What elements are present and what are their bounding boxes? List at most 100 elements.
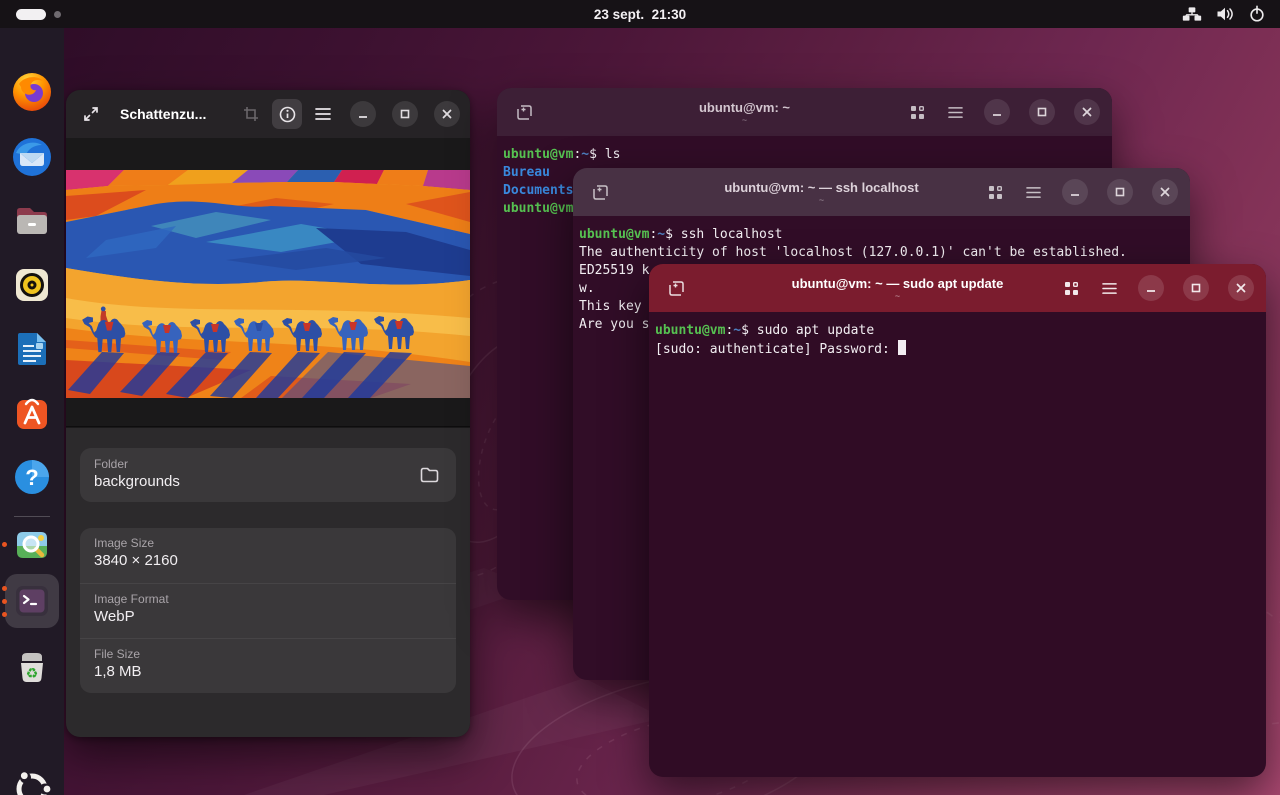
close-icon [1082,107,1092,117]
terminal-close-button[interactable] [1152,179,1178,205]
terminal-minimize-button[interactable] [1138,275,1164,301]
dock-item-firefox[interactable] [8,68,56,116]
thunderbird-icon [8,133,56,181]
dock-item-console[interactable] [8,577,56,625]
image-view-area[interactable] [66,138,470,427]
image-viewer-header[interactable]: Schattenzu... [66,90,470,138]
terminal-close-button[interactable] [1228,275,1254,301]
camel-caravan-artwork [66,170,470,398]
maximize-icon [1191,283,1201,293]
trash-icon: ♻ [8,642,56,690]
terminal-header[interactable]: ubuntu@vm: ~ — ssh localhost ~ [573,168,1190,216]
fullscreen-expand-button[interactable] [76,99,106,129]
new-tab-icon [592,184,609,201]
console-icon [8,577,56,625]
viewer-maximize-button[interactable] [392,101,418,127]
dock-item-app-center[interactable] [8,389,56,437]
tab-overview-button[interactable] [1056,273,1086,303]
terminal-close-button[interactable] [1074,99,1100,125]
image-size-label: Image Size [94,536,442,550]
maximize-icon [1037,107,1047,117]
terminal-output[interactable]: ubuntu@vm:~$ sudo apt update[sudo: authe… [649,312,1266,777]
maximize-icon [400,109,410,119]
console-running-dot-1 [2,586,7,591]
dock-item-trash[interactable]: ♻ [8,642,56,690]
system-status-area[interactable] [1182,0,1266,28]
console-running-dot-2 [2,599,7,604]
maximize-icon [1115,187,1125,197]
hamburger-menu-icon [1102,282,1117,295]
terminal-header[interactable]: ubuntu@vm: ~ ~ [497,88,1112,136]
image-size-property: Image Size 3840 × 2160 [80,528,456,583]
dock-divider [14,516,50,517]
terminal-subtitle: ~ [895,292,900,301]
grid-icon [988,185,1003,200]
image-format-property: Image Format WebP [80,583,456,638]
folder-property: Folder backgrounds [80,451,412,500]
terminal-minimize-button[interactable] [1062,179,1088,205]
viewer-close-button[interactable] [434,101,460,127]
dock-item-thunderbird[interactable] [8,133,56,181]
new-tab-button[interactable] [585,177,615,207]
terminal-title: ubuntu@vm: ~ [699,100,790,115]
terminal-minimize-button[interactable] [984,99,1010,125]
terminal-subtitle: ~ [742,116,747,125]
terminal-menu-button[interactable] [1094,273,1124,303]
ubuntu-logo-icon [8,765,56,795]
svg-text:♻: ♻ [26,665,39,681]
new-tab-icon [668,280,685,297]
terminal-menu-button[interactable] [1018,177,1048,207]
volume-icon[interactable] [1215,5,1235,23]
image-viewer-title: Schattenzu... [120,106,206,122]
grid-icon [1064,281,1079,296]
clock[interactable]: 23 sept. 21:30 [0,7,1280,22]
dock: ? [0,28,64,795]
new-tab-icon [516,104,533,121]
image-viewer-running-dot [2,542,7,547]
terminal-header[interactable]: ubuntu@vm: ~ — sudo apt update ~ [649,264,1266,312]
terminal-title: ubuntu@vm: ~ — ssh localhost [724,180,918,195]
crop-button-disabled[interactable] [236,99,266,129]
dock-item-help[interactable]: ? [8,453,56,501]
viewer-minimize-button[interactable] [350,101,376,127]
open-folder-button[interactable] [412,458,446,492]
new-tab-button[interactable] [661,273,691,303]
image-viewer-icon [8,520,56,568]
expand-icon [83,106,99,122]
close-icon [1236,283,1246,293]
hamburger-menu-icon [948,106,963,119]
image-size-value: 3840 × 2160 [94,552,442,569]
file-size-label: File Size [94,647,442,661]
dock-item-files[interactable] [8,197,56,245]
tab-overview-button[interactable] [902,97,932,127]
image-viewer-window: Schattenzu... [66,90,470,737]
tab-overview-button[interactable] [980,177,1010,207]
close-icon [1160,187,1170,197]
folder-label: Folder [94,457,398,471]
terminal-maximize-button[interactable] [1107,179,1133,205]
minimize-icon [1146,283,1156,293]
dock-item-image-viewer[interactable] [8,520,56,568]
folder-value: backgrounds [94,473,398,490]
app-center-icon [8,389,56,437]
folder-icon [420,467,439,483]
help-icon: ? [8,453,56,501]
terminal-maximize-button[interactable] [1029,99,1055,125]
dock-item-libreoffice-writer[interactable] [8,325,56,373]
new-tab-button[interactable] [509,97,539,127]
image-format-value: WebP [94,608,442,625]
hamburger-menu-icon [1026,186,1041,199]
properties-toggle-button[interactable] [272,99,302,129]
dock-item-rhythmbox[interactable] [8,261,56,309]
file-size-value: 1,8 MB [94,663,442,680]
terminal-subtitle: ~ [819,196,824,205]
dock-item-show-apps-ubuntu[interactable] [8,765,56,795]
terminal-menu-button[interactable] [940,97,970,127]
network-icon[interactable] [1182,5,1202,23]
image-format-label: Image Format [94,592,442,606]
svg-text:?: ? [25,465,38,490]
viewer-menu-button[interactable] [308,99,338,129]
power-icon[interactable] [1248,5,1266,23]
terminal-maximize-button[interactable] [1183,275,1209,301]
minimize-icon [1070,187,1080,197]
